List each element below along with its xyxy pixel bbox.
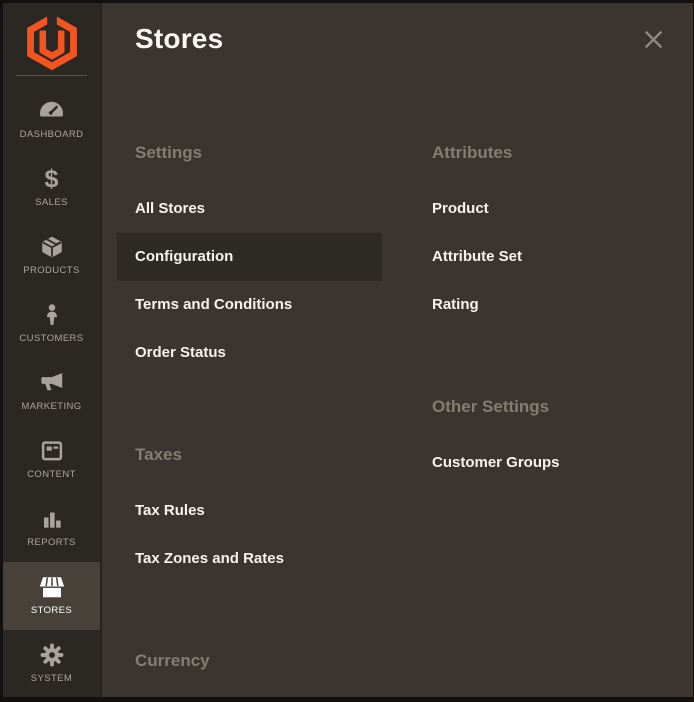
close-x-icon xyxy=(643,29,664,53)
content-layout-icon xyxy=(39,437,65,465)
link-order-status[interactable]: Order Status xyxy=(117,329,382,377)
section-title: Attributes xyxy=(414,131,679,175)
link-all-stores[interactable]: All Stores xyxy=(117,185,382,233)
link-customer-groups[interactable]: Customer Groups xyxy=(414,439,679,487)
screen: DASHBOARD $ SALES PRODUCTS xyxy=(0,0,694,702)
close-button[interactable] xyxy=(641,29,665,53)
section-title: Taxes xyxy=(117,433,382,477)
link-tax-rules[interactable]: Tax Rules xyxy=(117,487,382,535)
sidebar-item-label: SYSTEM xyxy=(31,673,72,684)
sidebar-item-system[interactable]: SYSTEM xyxy=(3,630,100,697)
sidebar-item-label: DASHBOARD xyxy=(20,129,84,140)
section-title: Other Settings xyxy=(414,385,679,429)
section-title: Currency xyxy=(117,639,382,683)
link-currency-rates[interactable]: Currency Rates xyxy=(117,693,382,697)
reports-chart-icon xyxy=(39,505,65,533)
section-currency: Currency Currency Rates xyxy=(117,639,382,697)
sidebar-item-dashboard[interactable]: DASHBOARD xyxy=(3,86,100,154)
sales-dollar-icon: $ xyxy=(45,165,59,193)
link-terms-and-conditions[interactable]: Terms and Conditions xyxy=(117,281,382,329)
section-attributes: Attributes Product Attribute Set Rating xyxy=(414,131,679,329)
system-gear-icon xyxy=(39,641,65,669)
flyout-title: Stores xyxy=(135,23,223,54)
sidebar-item-stores[interactable]: STORES xyxy=(3,562,100,630)
stores-storefront-icon xyxy=(38,573,66,601)
sidebar-nav: DASHBOARD $ SALES PRODUCTS xyxy=(3,86,100,697)
magento-logo-icon xyxy=(27,14,77,75)
flyout-header: Stores xyxy=(102,3,693,79)
link-tax-zones-and-rates[interactable]: Tax Zones and Rates xyxy=(117,535,382,583)
link-attribute-set[interactable]: Attribute Set xyxy=(414,233,679,281)
sidebar-item-customers[interactable]: CUSTOMERS xyxy=(3,290,100,358)
flyout-columns: Settings All Stores Configuration Terms … xyxy=(102,131,693,697)
sidebar-item-products[interactable]: PRODUCTS xyxy=(3,222,100,290)
sidebar-item-label: STORES xyxy=(31,605,72,616)
flyout-column-left: Settings All Stores Configuration Terms … xyxy=(117,131,382,697)
sidebar-item-label: REPORTS xyxy=(27,537,76,548)
sidebar-item-content[interactable]: CONTENT xyxy=(3,426,100,494)
section-other-settings: Other Settings Customer Groups xyxy=(414,385,679,487)
sidebar-item-label: PRODUCTS xyxy=(23,265,80,276)
sidebar-item-label: CONTENT xyxy=(27,469,76,480)
sidebar: DASHBOARD $ SALES PRODUCTS xyxy=(3,3,100,697)
magento-admin-app: DASHBOARD $ SALES PRODUCTS xyxy=(3,3,693,697)
sidebar-divider xyxy=(16,75,87,76)
sidebar-item-reports[interactable]: REPORTS xyxy=(3,494,100,562)
sidebar-item-label: SALES xyxy=(35,197,68,208)
sidebar-item-label: MARKETING xyxy=(21,401,81,412)
section-title: Settings xyxy=(117,131,382,175)
stores-flyout-panel: Stores Settings All Stores Configuration… xyxy=(100,3,693,697)
sidebar-item-sales[interactable]: $ SALES xyxy=(3,154,100,222)
sidebar-item-label: CUSTOMERS xyxy=(19,333,83,344)
link-rating[interactable]: Rating xyxy=(414,281,679,329)
dashboard-gauge-icon xyxy=(38,97,65,125)
products-box-icon xyxy=(39,233,65,261)
marketing-megaphone-icon xyxy=(38,369,65,397)
logo-button[interactable] xyxy=(3,3,100,75)
link-product[interactable]: Product xyxy=(414,185,679,233)
section-taxes: Taxes Tax Rules Tax Zones and Rates xyxy=(117,433,382,583)
link-configuration[interactable]: Configuration xyxy=(117,233,382,281)
customers-person-icon xyxy=(40,301,64,329)
sidebar-item-marketing[interactable]: MARKETING xyxy=(3,358,100,426)
flyout-column-right: Attributes Product Attribute Set Rating … xyxy=(414,131,679,487)
section-settings: Settings All Stores Configuration Terms … xyxy=(117,131,382,377)
